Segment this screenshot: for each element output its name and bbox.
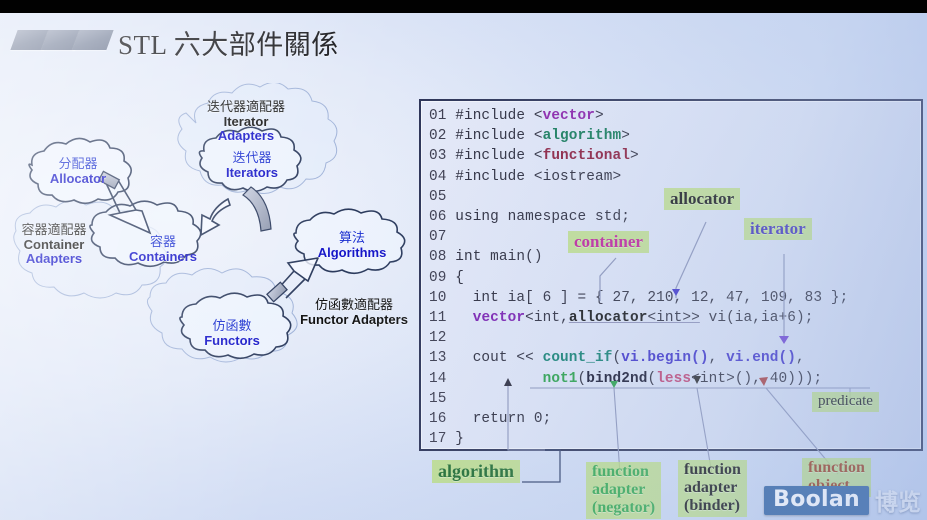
label-predicate: predicate	[812, 392, 879, 412]
node-iterator-adapters-cn: 迭代器適配器	[206, 99, 285, 114]
token-count-if: count_if	[542, 350, 613, 367]
node-container-adapters-en2: Adapters	[25, 251, 83, 267]
top-black-bar	[0, 0, 927, 13]
code-line-no-4: 04	[429, 168, 447, 185]
node-container-adapters-cn: 容器適配器	[21, 222, 87, 237]
token-algorithm: algorithm	[542, 128, 622, 145]
token-functional: functional	[542, 148, 630, 165]
code-line-no-12: 12	[429, 330, 447, 347]
node-iterator-adapters: 迭代器適配器 Iterator Adapters	[188, 99, 304, 144]
token-allocator: allocator	[568, 310, 648, 327]
title-decoration-bars	[10, 30, 114, 52]
node-iterators-cn: 迭代器	[232, 150, 272, 165]
node-functors-cn: 仿函數	[212, 318, 252, 333]
node-iterators: 迭代器 Iterators	[204, 150, 300, 180]
arrow-iterators-to-containers	[200, 197, 231, 237]
node-functor-adapters-en: Functor Adapters	[300, 311, 408, 327]
boolan-logo-cn: 博览	[875, 489, 921, 515]
code-line-no-13: 13	[429, 350, 447, 367]
code-line-no-16: 16	[429, 411, 447, 428]
node-iterator-adapters-en2: Adapters	[217, 128, 275, 144]
token-vi-end: vi.end()	[726, 350, 796, 367]
node-functors-en: Functors	[204, 332, 260, 348]
code-line-no-15: 15	[429, 390, 447, 407]
label-iterator: iterator	[744, 218, 812, 241]
token-less: less	[656, 370, 692, 387]
node-container-adapters: 容器適配器 Container Adapters	[0, 222, 112, 267]
code-line-no-7: 07	[429, 229, 447, 246]
code-line-no-14: 14	[429, 370, 447, 387]
code-line-no-10: 10	[429, 289, 447, 306]
node-functor-adapters-cn: 仿函數適配器	[314, 297, 393, 312]
node-iterator-adapters-en1: Iterator	[223, 113, 269, 129]
node-functors: 仿函數 Functors	[178, 318, 286, 348]
code-line-no-2: 02	[429, 128, 447, 145]
boolan-logo-badge: Boolan	[764, 485, 869, 515]
code-line-no-6: 06	[429, 209, 447, 226]
node-algorithms: 算法 Algorithms	[300, 230, 404, 260]
page-title: STL 六大部件關係	[118, 30, 339, 60]
decoration-bar-3	[72, 30, 114, 50]
code-line-no-5: 05	[429, 188, 447, 205]
slide-root: STL 六大部件關係 迭代器適配器 Iterator Adapters 分配器 …	[0, 0, 927, 520]
node-containers: 容器 Containers	[108, 234, 218, 264]
node-containers-en: Containers	[129, 248, 197, 264]
node-container-adapters-en1: Container	[23, 236, 85, 252]
node-algorithms-en: Algorithms	[317, 244, 387, 260]
token-bind2nd: bind2nd	[586, 370, 648, 387]
token-not1: not1	[542, 370, 578, 387]
label-container: container	[568, 231, 649, 254]
code-line-no-17: 17	[429, 431, 447, 448]
stl-components-diagram: 迭代器適配器 Iterator Adapters 分配器 Allocator 迭…	[0, 83, 420, 413]
code-line-no-1: 01	[429, 108, 447, 124]
boolan-logo: Boolan 博览	[764, 483, 921, 517]
slide-canvas: STL 六大部件關係 迭代器適配器 Iterator Adapters 分配器 …	[0, 13, 927, 520]
code-line-no-8: 08	[429, 249, 447, 266]
node-functor-adapters: 仿函數適配器 Functor Adapters	[286, 297, 422, 327]
node-iterators-en: Iterators	[225, 164, 279, 180]
label-algorithm: algorithm	[432, 460, 520, 484]
token-vi-begin: vi.begin()	[621, 350, 709, 367]
label-function-adapter-negator: function adapter (negator)	[586, 462, 662, 520]
node-allocator-en: Allocator	[49, 170, 107, 186]
node-allocator-cn: 分配器	[58, 156, 98, 171]
token-vector-2: vector	[472, 310, 526, 327]
arrow-functors-to-algorithms	[266, 256, 320, 303]
node-containers-cn: 容器	[149, 234, 176, 249]
code-line-no-3: 03	[429, 148, 447, 165]
node-allocator: 分配器 Allocator	[30, 156, 126, 186]
code-line-no-9: 09	[429, 269, 447, 286]
label-function-adapter-binder: function adapter (binder)	[678, 460, 747, 518]
code-line-no-11: 11	[429, 310, 447, 327]
label-allocator: allocator	[664, 188, 741, 211]
token-vector: vector	[542, 108, 595, 124]
node-algorithms-cn: 算法	[338, 230, 365, 245]
